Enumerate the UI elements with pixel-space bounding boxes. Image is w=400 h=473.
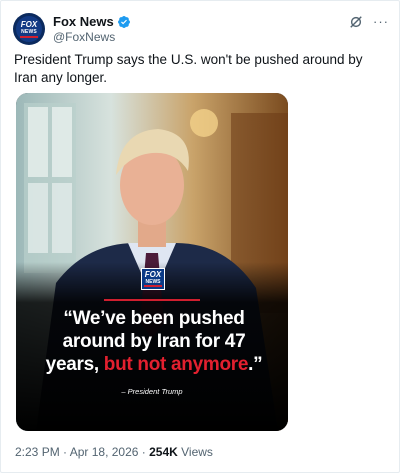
name-row: Fox News (53, 14, 131, 29)
post-date[interactable]: Apr 18, 2026 (70, 445, 139, 459)
trump-photo (16, 93, 288, 431)
quote-divider (104, 299, 200, 301)
media-logo-bar (144, 285, 162, 287)
tweet-header: FOX NEWS Fox News @FoxNews (13, 13, 131, 45)
display-name[interactable]: Fox News (53, 14, 114, 29)
avatar-logo-bottom: NEWS (21, 28, 37, 35)
tweet-meta: 2:23 PM · Apr 18, 2026 · 254K Views (15, 445, 213, 459)
meta-separator-2: · (138, 445, 150, 459)
quote-highlight: but not anymore (103, 354, 249, 375)
quote-text: “We’ve been pushed around by Iran for 47… (34, 307, 274, 376)
quote-attribution: – President Trump (121, 387, 183, 396)
tweet-image[interactable]: FOX NEWS “We’ve been pushed around by Ir… (16, 93, 288, 431)
grok-icon[interactable] (349, 15, 363, 29)
views-label: Views (177, 445, 213, 459)
author-info: Fox News @FoxNews (53, 14, 131, 44)
meta-separator-1: · (59, 445, 70, 459)
views-count: 254K (149, 445, 178, 459)
tweet-actions-top: ··· (349, 15, 389, 29)
avatar-logo-top: FOX (20, 19, 38, 29)
avatar-logo-bar (20, 35, 38, 38)
handle[interactable]: @FoxNews (53, 30, 131, 44)
fox-news-logo-icon: FOX NEWS (16, 16, 42, 42)
fox-news-channel-logo-icon: FOX NEWS (141, 268, 165, 290)
media-logo-top: FOX (144, 270, 162, 279)
quote-end: .” (248, 354, 263, 375)
avatar[interactable]: FOX NEWS (13, 13, 45, 45)
more-icon[interactable]: ··· (373, 15, 389, 28)
tweet-text: President Trump says the U.S. won't be p… (14, 52, 363, 85)
tweet-card: FOX NEWS Fox News @FoxNews ··· President… (0, 0, 400, 473)
post-time[interactable]: 2:23 PM (15, 445, 60, 459)
verified-badge-icon (117, 15, 130, 28)
